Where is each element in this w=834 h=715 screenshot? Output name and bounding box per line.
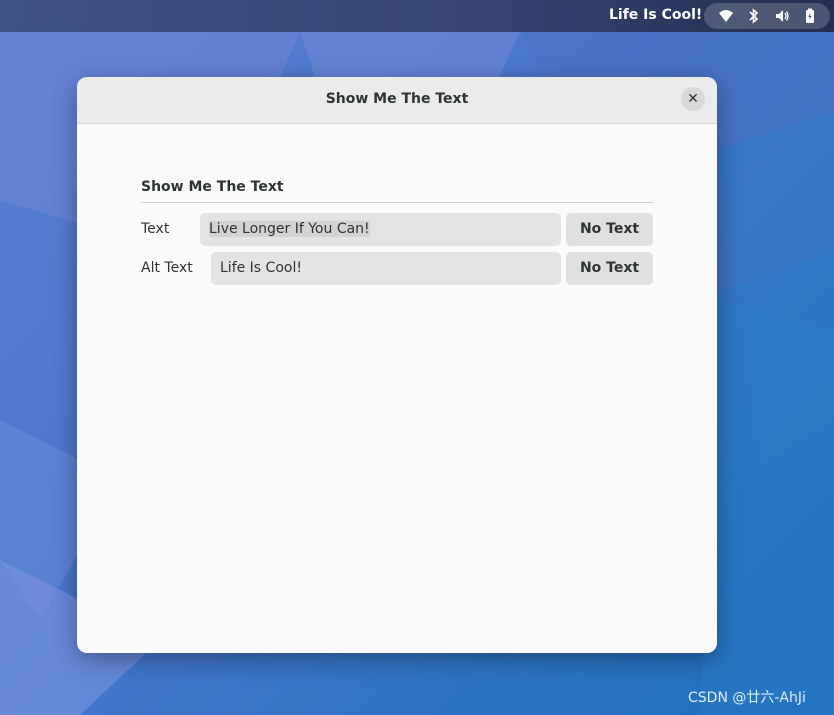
- section-title: Show Me The Text: [141, 179, 284, 195]
- watermark: CSDN @廿六-AhJi: [688, 690, 806, 706]
- alt-text-no-text-button[interactable]: No Text: [566, 252, 653, 285]
- wifi-icon: [718, 8, 734, 24]
- text-input-value: Live Longer If You Can!: [209, 221, 370, 237]
- title-bar[interactable]: Show Me The Text ✕: [77, 77, 717, 124]
- bluetooth-icon: [746, 8, 762, 24]
- close-button[interactable]: ✕: [681, 87, 705, 111]
- dialog-window: Show Me The Text ✕ Show Me The Text Text…: [77, 77, 717, 653]
- section-separator: [141, 202, 653, 203]
- system-tray[interactable]: [704, 3, 830, 29]
- text-no-text-button[interactable]: No Text: [566, 213, 653, 246]
- alt-text-input[interactable]: Life Is Cool!: [211, 252, 561, 285]
- alt-text-label: Alt Text: [141, 260, 193, 276]
- volume-icon: [774, 8, 790, 24]
- battery-icon: [802, 8, 818, 24]
- window-title: Show Me The Text: [325, 91, 469, 107]
- alt-text-input-value: Life Is Cool!: [220, 260, 302, 276]
- close-icon: ✕: [687, 91, 699, 107]
- text-label: Text: [141, 221, 170, 237]
- text-input[interactable]: Live Longer If You Can!: [200, 213, 561, 246]
- top-bar-status[interactable]: Life Is Cool!: [609, 7, 702, 23]
- top-bar: Life Is Cool!: [0, 0, 834, 32]
